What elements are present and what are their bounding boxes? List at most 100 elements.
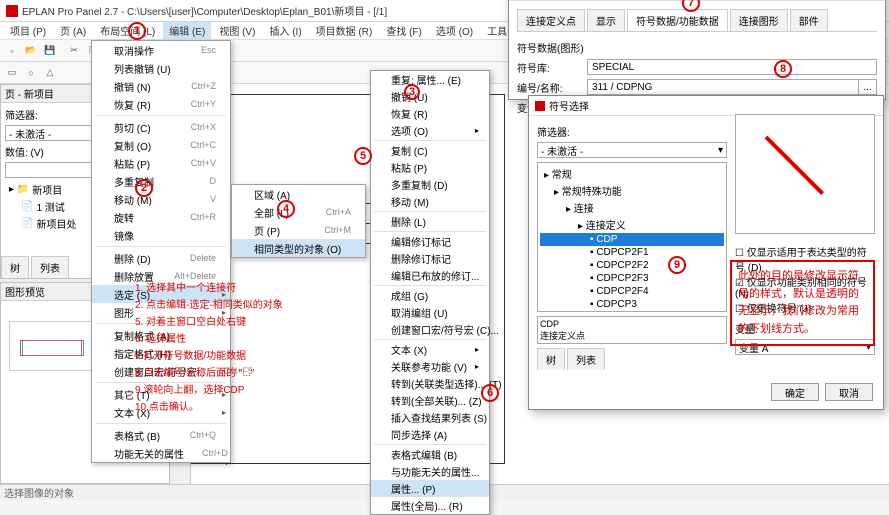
tab-list2[interactable]: 列表 xyxy=(567,348,605,370)
symbol-tree[interactable]: ▸ 常规▸ 常规特殊功能▸ 连接▸ 连接定义▪ CDP▪ CDPCP2F1▪ C… xyxy=(537,162,727,312)
property-tabs: 连接定义点 显示 符号数据/功能数据 连接图形 部件 xyxy=(517,9,877,32)
symbol-tree-item[interactable]: ▪ CDPCP2F2 xyxy=(540,259,724,272)
menu-edit[interactable]: 编辑 (E) xyxy=(163,22,211,39)
context-item[interactable]: 转到(全部关联)... (Z) xyxy=(371,392,489,409)
filter-label: 筛选器: xyxy=(537,124,727,139)
menu-item[interactable]: 功能无关的属性Ctrl+D xyxy=(92,444,230,462)
context-item[interactable]: 移动 (M) xyxy=(371,193,489,210)
menu-view[interactable]: 视图 (V) xyxy=(213,22,261,39)
tab-tree2[interactable]: 树 xyxy=(537,348,565,370)
lib-input[interactable]: SPECIAL xyxy=(587,59,877,75)
symbol-preview xyxy=(735,114,875,234)
context-item[interactable]: 成组 (G) xyxy=(371,287,489,304)
menu-item[interactable]: 列表撤销 (U) xyxy=(92,59,230,77)
menu-item[interactable]: 移动 (M)V xyxy=(92,190,230,208)
context-item[interactable]: 编辑修订标记 xyxy=(371,233,489,250)
menu-projectdata[interactable]: 项目数据 (R) xyxy=(310,22,379,39)
menu-find[interactable]: 查找 (F) xyxy=(380,22,428,39)
number-input[interactable]: 311 / CDPNG xyxy=(587,79,859,95)
browse-button[interactable]: ... xyxy=(859,79,877,95)
menu-item[interactable]: 旋转Ctrl+R xyxy=(92,208,230,226)
submenu-item[interactable]: 相同类型的对象 (O) xyxy=(232,239,365,257)
menu-item[interactable]: 撤销 (N)Ctrl+Z xyxy=(92,77,230,95)
symbol-tree-item[interactable]: ▪ CDP xyxy=(540,233,724,246)
menu-insert[interactable]: 插入 (I) xyxy=(263,22,307,39)
context-item[interactable]: 插入查找结果列表 (S) xyxy=(371,409,489,426)
symbol-tree-item[interactable]: ▪ CDPCP2F1 xyxy=(540,246,724,259)
tab-symbol-data[interactable]: 符号数据/功能数据 xyxy=(627,9,728,31)
symbol-tree-item[interactable]: ▪ CDPCP3 xyxy=(540,298,724,311)
context-item[interactable]: 属性... (P) xyxy=(371,480,489,497)
number-label: 编号/名称: xyxy=(517,80,587,95)
context-item[interactable]: 同步选择 (A) xyxy=(371,426,489,443)
section-label: 符号数据(图形) xyxy=(517,40,877,55)
context-item[interactable]: 删除修订标记 xyxy=(371,250,489,267)
context-item[interactable]: 关联参考功能 (V)▸ xyxy=(371,358,489,375)
lib-label: 符号库: xyxy=(517,60,587,75)
status-text: 选择图像的对象 xyxy=(4,485,74,500)
dialog-icon xyxy=(535,101,545,111)
tab-conn-def[interactable]: 连接定义点 xyxy=(517,9,585,31)
tool-open[interactable]: 📂 xyxy=(22,42,40,60)
symbol-tree-item[interactable]: ▸ 常规 xyxy=(540,165,724,182)
tab-list[interactable]: 列表 xyxy=(31,256,69,278)
tool-new[interactable]: ▫ xyxy=(3,42,21,60)
tool-cut[interactable]: ✂ xyxy=(65,42,83,60)
canvas-context-menu: 重复: 属性... (E)撤销 (U)恢复 (R)选项 (O)▸ 复制 (C)粘贴… xyxy=(370,70,490,515)
context-item[interactable]: 选项 (O)▸ xyxy=(371,122,489,139)
context-item[interactable]: 表格式编辑 (B) xyxy=(371,446,489,463)
select-submenu: 区域 (A)全部 (L)Ctrl+A页 (P)Ctrl+M相同类型的对象 (O) xyxy=(231,184,366,258)
context-item[interactable]: 重复: 属性... (E) xyxy=(371,71,489,88)
context-item[interactable]: 多重复制 (D) xyxy=(371,176,489,193)
context-item[interactable]: 与功能无关的属性... xyxy=(371,463,489,480)
tab-conn-graphic[interactable]: 连接图形 xyxy=(730,9,788,31)
tool-save[interactable]: 💾 xyxy=(41,42,59,60)
ok-button[interactable]: 确定 xyxy=(771,383,819,401)
menu-item[interactable]: 多重复制D xyxy=(92,172,230,190)
submenu-item[interactable]: 区域 (A) xyxy=(232,185,365,203)
menu-item[interactable]: 镜像 xyxy=(92,226,230,244)
context-item[interactable]: 删除 (L) xyxy=(371,213,489,230)
filter-dropdown[interactable]: - 未激活 -▾ xyxy=(537,142,727,158)
submenu-item[interactable]: 页 (P)Ctrl+M xyxy=(232,221,365,239)
menu-item[interactable]: 复制 (O)Ctrl+C xyxy=(92,136,230,154)
note-box: 此处的目的是修改显示符号的样式，默认是透明的无显示，我们修改为常用的下划线方式。 xyxy=(730,260,875,346)
tool-a[interactable]: ▭ xyxy=(3,64,21,82)
menu-options[interactable]: 选项 (O) xyxy=(430,22,479,39)
symbol-tree-item[interactable]: ▪ CDPCP3 xyxy=(540,311,724,312)
menu-item[interactable]: 取消操作Esc xyxy=(92,41,230,59)
context-item[interactable]: 取消编组 (U) xyxy=(371,304,489,321)
menu-item[interactable]: 删除 (D)Delete xyxy=(92,249,230,267)
menu-item[interactable]: 表格式 (B)Ctrl+Q xyxy=(92,426,230,444)
cancel-button[interactable]: 取消 xyxy=(825,383,873,401)
tab-parts[interactable]: 部件 xyxy=(790,9,828,31)
tab-display[interactable]: 显示 xyxy=(587,9,625,31)
menu-item[interactable]: 恢复 (R)Ctrl+Y xyxy=(92,95,230,113)
context-item[interactable]: 编辑已布放的修订... xyxy=(371,267,489,284)
context-item[interactable]: 撤销 (U) xyxy=(371,88,489,105)
menu-item[interactable]: 剪切 (C)Ctrl+X xyxy=(92,118,230,136)
menu-item[interactable]: 粘贴 (P)Ctrl+V xyxy=(92,154,230,172)
context-item[interactable]: 文本 (X)▸ xyxy=(371,341,489,358)
symbol-tree-item[interactable]: ▪ CDPCP2F4 xyxy=(540,285,724,298)
context-item[interactable]: 转到(关联类型选择)... (T) xyxy=(371,375,489,392)
menu-layout[interactable]: 布局空间 (L) xyxy=(94,22,161,39)
symbol-description: CDP 连接定义点 xyxy=(537,316,727,344)
tool-c[interactable]: △ xyxy=(41,64,59,82)
tool-b[interactable]: ○ xyxy=(22,64,40,82)
symbol-tree-item[interactable]: ▸ 连接定义 xyxy=(540,216,724,233)
symbol-tree-item[interactable]: ▪ CDPCP2F3 xyxy=(540,272,724,285)
context-item[interactable]: 恢复 (R) xyxy=(371,105,489,122)
app-icon xyxy=(6,5,18,17)
menu-page[interactable]: 页 (A) xyxy=(54,22,92,39)
symbol-tree-item[interactable]: ▸ 连接 xyxy=(540,199,724,216)
menu-project[interactable]: 项目 (P) xyxy=(4,22,52,39)
symbol-tree-item[interactable]: ▸ 常规特殊功能 xyxy=(540,182,724,199)
properties-dialog: 属性(元件): 连接定义点 连接定义点 显示 符号数据/功能数据 连接图形 部件… xyxy=(508,0,886,100)
context-item[interactable]: 创建窗口宏/符号宏 (C)... xyxy=(371,321,489,338)
instruction-text: 1. 选择其中一个连接符2. 点击编辑-选定-相同类似的对象5. 对着主窗口空白… xyxy=(135,280,310,416)
context-item[interactable]: 粘贴 (P) xyxy=(371,159,489,176)
context-item[interactable]: 复制 (C) xyxy=(371,142,489,159)
submenu-item[interactable]: 全部 (L)Ctrl+A xyxy=(232,203,365,221)
tab-tree[interactable]: 树 xyxy=(1,256,29,278)
